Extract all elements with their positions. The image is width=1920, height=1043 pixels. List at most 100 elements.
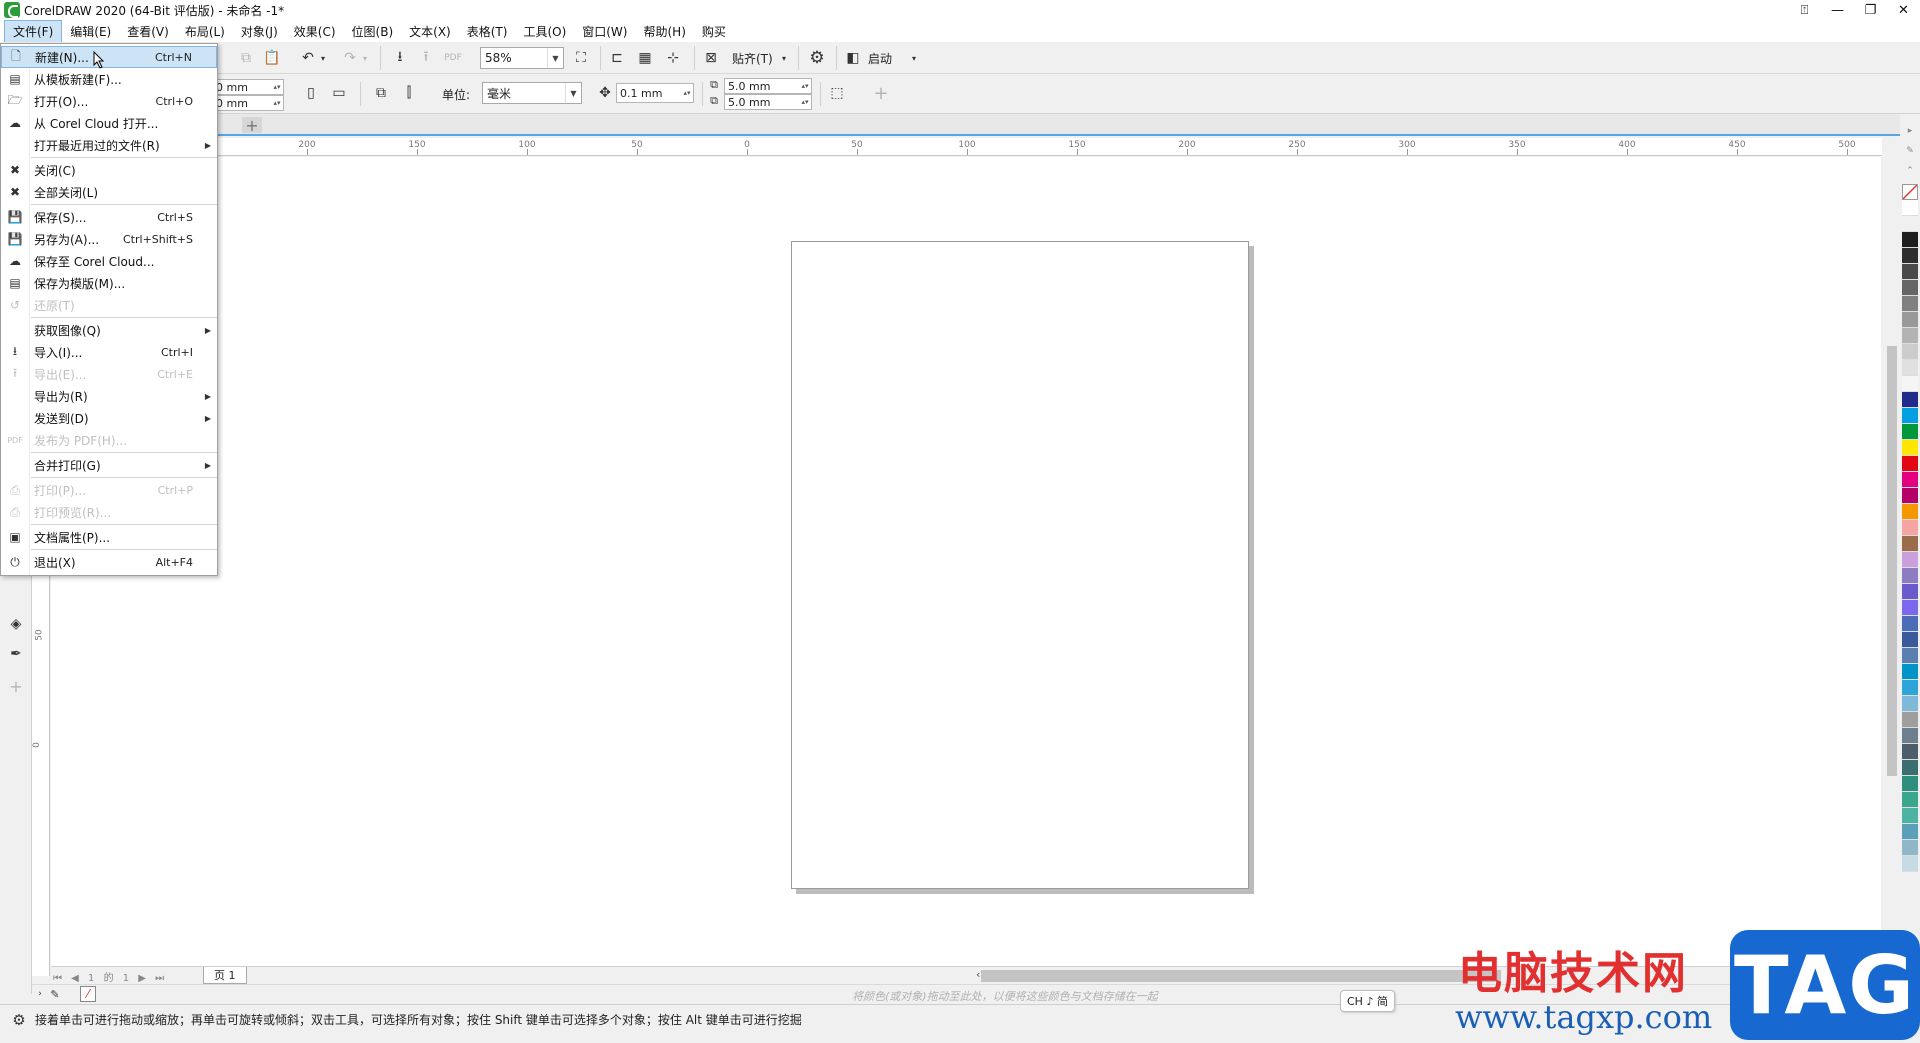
menu-tools[interactable]: 工具(O): [515, 21, 574, 42]
chevron-right-icon[interactable]: ›: [34, 987, 46, 1001]
color-swatch[interactable]: [1902, 280, 1918, 296]
color-swatch[interactable]: [1902, 200, 1918, 216]
page-nav-controls[interactable]: ⏮ ◀ 1 的 1 ▶ ⏭: [53, 969, 167, 984]
redo-dropdown-icon[interactable]: ▾: [360, 48, 370, 68]
no-fill-swatch[interactable]: [1902, 184, 1918, 200]
color-swatch[interactable]: [1902, 296, 1918, 312]
undo-dropdown-icon[interactable]: ▾: [318, 48, 328, 68]
add-icon[interactable]: +: [870, 82, 892, 104]
file-menu-item[interactable]: ☁ 保存至 Corel Cloud...: [1, 250, 217, 272]
pen-tool-icon[interactable]: ✒: [6, 644, 26, 664]
file-menu-item[interactable]: 🗋 新建(N)... Ctrl+N: [1, 46, 217, 68]
file-menu-item[interactable]: ✖ 关闭(C): [1, 159, 217, 181]
file-menu-item[interactable]: ▣ 文档属性(P)...: [1, 526, 217, 548]
page-tab[interactable]: 页 1: [203, 967, 247, 984]
color-swatch[interactable]: [1902, 840, 1918, 856]
menu-object[interactable]: 对象(J): [233, 21, 286, 42]
color-swatch[interactable]: [1902, 616, 1918, 632]
vertical-scrollbar[interactable]: [1884, 156, 1900, 976]
options-gear-icon[interactable]: ⚙: [806, 48, 828, 68]
color-swatch[interactable]: [1902, 760, 1918, 776]
new-tab-plus-icon[interactable]: +: [242, 116, 262, 135]
no-color-swatch-icon[interactable]: ⁄: [80, 986, 96, 1002]
file-menu-item[interactable]: ⏻ 退出(X) Alt+F4: [1, 551, 217, 573]
eyedropper-icon[interactable]: ✎: [48, 987, 62, 1001]
file-menu-item[interactable]: ☁ 从 Corel Cloud 打开...: [1, 112, 217, 134]
file-menu-item[interactable]: 💾 保存(S)... Ctrl+S: [1, 206, 217, 228]
color-swatch[interactable]: [1902, 712, 1918, 728]
file-menu-item[interactable]: ✖ 全部关闭(L): [1, 181, 217, 203]
color-swatch[interactable]: [1902, 232, 1918, 248]
color-swatch[interactable]: [1902, 776, 1918, 792]
file-menu-item[interactable]: ▤ 保存为模版(M)...: [1, 272, 217, 294]
paste-icon[interactable]: 📋: [262, 48, 282, 68]
chevron-down-icon[interactable]: ▼: [547, 48, 563, 68]
show-guidelines-icon[interactable]: ⊹: [662, 48, 684, 68]
launch-label[interactable]: 启动: [868, 50, 892, 67]
gear-icon[interactable]: ⚙: [10, 1011, 28, 1029]
color-swatch[interactable]: [1902, 792, 1918, 808]
add-tool-icon[interactable]: +: [6, 676, 26, 696]
color-swatch[interactable]: [1902, 664, 1918, 680]
zoom-level-combo[interactable]: 58% ▼: [480, 47, 564, 69]
color-swatch[interactable]: [1902, 632, 1918, 648]
scroll-left-icon[interactable]: ‹: [976, 968, 980, 981]
export-icon[interactable]: ⭱: [416, 48, 436, 68]
launch-icon[interactable]: ◧: [842, 48, 864, 68]
duplicate-y-field[interactable]: 5.0 mm ▴▾: [724, 94, 812, 110]
duplicate-x-field[interactable]: 5.0 mm ▴▾: [724, 78, 812, 94]
menu-table[interactable]: 表格(T): [459, 21, 516, 42]
color-swatch[interactable]: [1902, 584, 1918, 600]
menu-buy[interactable]: 购买: [694, 21, 734, 42]
portrait-icon[interactable]: ▯: [300, 82, 322, 104]
snap-off-icon[interactable]: ⊠: [700, 48, 722, 68]
launch-dropdown-icon[interactable]: ▾: [908, 48, 920, 68]
units-combo[interactable]: 毫米 ▼: [482, 82, 582, 104]
color-swatch[interactable]: [1902, 504, 1918, 520]
file-menu-item[interactable]: 打开最近用过的文件(R) ▶: [1, 134, 217, 156]
landscape-icon[interactable]: ▭: [328, 82, 350, 104]
color-swatch[interactable]: [1902, 408, 1918, 424]
menu-text[interactable]: 文本(X): [401, 21, 459, 42]
spin-arrows-icon[interactable]: ▴▾: [799, 79, 811, 93]
color-swatch[interactable]: [1902, 680, 1918, 696]
file-menu-item[interactable]: 💾 另存为(A)... Ctrl+Shift+S: [1, 228, 217, 250]
full-screen-icon[interactable]: ⛶: [570, 48, 592, 68]
menu-help[interactable]: 帮助(H): [635, 21, 693, 42]
file-menu-item[interactable]: 发送到(D) ▶: [1, 407, 217, 429]
color-swatch[interactable]: [1902, 440, 1918, 456]
menu-window[interactable]: 窗口(W): [574, 21, 635, 42]
minimize-button[interactable]: —: [1821, 0, 1854, 20]
ime-indicator[interactable]: CH ♪ 简: [1340, 990, 1395, 1012]
menu-bitmaps[interactable]: 位图(B): [344, 21, 402, 42]
color-swatch[interactable]: [1902, 696, 1918, 712]
color-swatch[interactable]: [1902, 808, 1918, 824]
color-swatch[interactable]: [1902, 312, 1918, 328]
undo-icon[interactable]: ↶: [298, 48, 318, 68]
color-swatch[interactable]: [1902, 744, 1918, 760]
spin-arrows-icon[interactable]: ▴▾: [681, 84, 693, 102]
color-swatch[interactable]: [1902, 264, 1918, 280]
file-menu-item[interactable]: 获取图像(Q) ▶: [1, 319, 217, 341]
current-page-icon[interactable]: ⫿: [398, 82, 420, 104]
pin-icon[interactable]: ⍐: [1788, 0, 1821, 20]
palette-control-icon[interactable]: ⌃: [1906, 166, 1914, 176]
menu-view[interactable]: 查看(V): [119, 21, 177, 42]
menu-edit[interactable]: 编辑(E): [62, 21, 119, 42]
snap-dropdown-icon[interactable]: ▾: [778, 48, 790, 68]
file-menu-item[interactable]: ▤ 从模板新建(F)...: [1, 68, 217, 90]
publish-pdf-icon[interactable]: PDF: [442, 48, 464, 68]
color-swatch[interactable]: [1902, 856, 1918, 872]
color-swatch[interactable]: [1902, 328, 1918, 344]
menu-effects[interactable]: 效果(C): [286, 21, 344, 42]
color-swatch[interactable]: [1902, 552, 1918, 568]
color-swatch[interactable]: [1902, 648, 1918, 664]
color-swatch[interactable]: [1902, 824, 1918, 840]
import-icon[interactable]: ⭳: [390, 48, 410, 68]
color-swatch[interactable]: [1902, 568, 1918, 584]
palette-control-icon[interactable]: ✎: [1906, 146, 1914, 156]
file-menu-item[interactable]: 导出为(R) ▶: [1, 385, 217, 407]
spin-arrows-icon[interactable]: ▴▾: [271, 96, 283, 110]
color-swatch[interactable]: [1902, 344, 1918, 360]
show-rulers-icon[interactable]: ⊏: [606, 48, 628, 68]
